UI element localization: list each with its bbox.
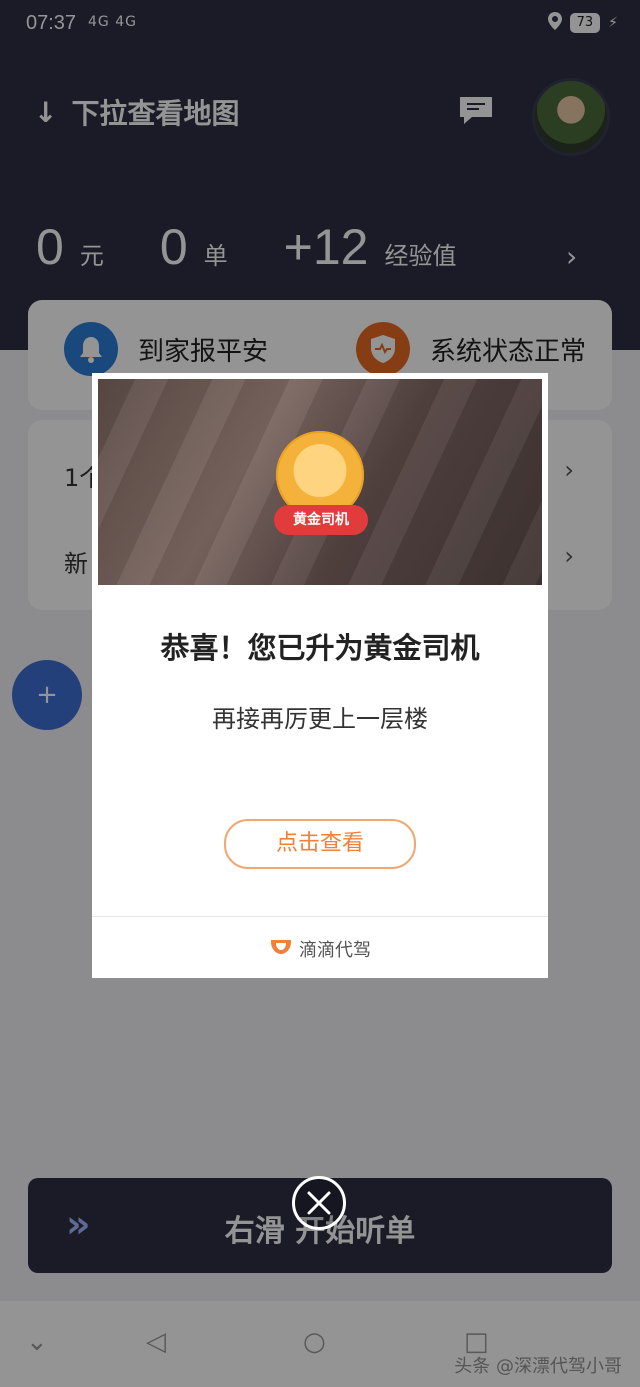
view-details-button[interactable]: 点击查看 — [224, 819, 416, 869]
didi-logo-icon — [269, 937, 293, 962]
close-dialog-button[interactable] — [292, 1176, 346, 1230]
divider — [92, 916, 548, 917]
close-icon — [307, 1191, 331, 1215]
dialog-subtitle: 再接再厉更上一层楼 — [212, 705, 428, 733]
watermark: 头条 @深漂代驾小哥 — [454, 1356, 622, 1377]
medal-badge: 黄金司机 — [274, 505, 368, 535]
dialog-title: 恭喜！您已升为黄金司机 — [160, 631, 480, 665]
upgrade-dialog: 黄金司机 恭喜！您已升为黄金司机 再接再厉更上一层楼 点击查看 滴滴代驾 — [92, 373, 548, 978]
brand-name: 滴滴代驾 — [299, 940, 371, 961]
dialog-banner: 黄金司机 — [98, 379, 542, 585]
brand-footer: 滴滴代驾 — [92, 936, 548, 962]
